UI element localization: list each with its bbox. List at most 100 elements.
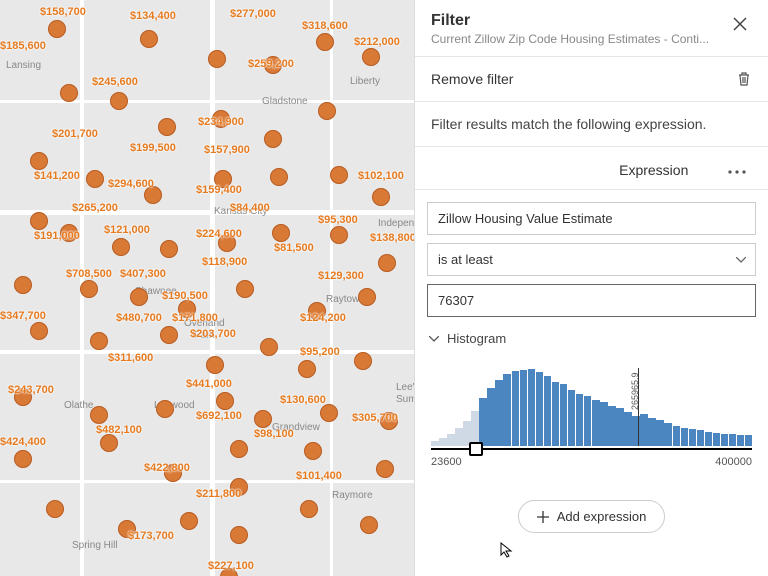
remove-filter-button[interactable]: Remove filter <box>415 57 768 102</box>
price-label: $158,700 <box>40 6 86 18</box>
map-point[interactable] <box>30 152 48 170</box>
map-point[interactable] <box>110 92 128 110</box>
histogram-bar <box>640 414 648 446</box>
price-label: $173,700 <box>128 530 174 542</box>
remove-filter-label: Remove filter <box>431 71 513 87</box>
map-point[interactable] <box>230 440 248 458</box>
histogram-bar <box>600 402 608 446</box>
map-point[interactable] <box>86 170 104 188</box>
city-label: Spring Hill <box>72 540 118 551</box>
map-point[interactable] <box>304 442 322 460</box>
histogram-bar <box>560 384 568 446</box>
histogram-bar <box>705 432 713 446</box>
field-selector-label: Zillow Housing Value Estimate <box>438 211 613 226</box>
map-point[interactable] <box>330 166 348 184</box>
histogram-axis-max: 400000 <box>715 456 752 468</box>
map-point[interactable] <box>14 276 32 294</box>
map-point[interactable] <box>208 50 226 68</box>
map-point[interactable] <box>372 188 390 206</box>
price-label: $311,600 <box>108 352 153 364</box>
price-label: $480,700 <box>116 312 162 324</box>
map-point[interactable] <box>80 280 98 298</box>
map-point[interactable] <box>156 400 174 418</box>
map-point[interactable] <box>330 226 348 244</box>
map-point[interactable] <box>48 20 66 38</box>
histogram-bar <box>471 411 479 446</box>
histogram-bar <box>576 394 584 446</box>
histogram-bar <box>479 398 487 446</box>
map-point[interactable] <box>236 280 254 298</box>
price-label: $138,800 <box>370 232 414 244</box>
field-selector[interactable]: Zillow Housing Value Estimate <box>427 202 756 235</box>
histogram-bar <box>729 434 737 446</box>
map-point[interactable] <box>318 102 336 120</box>
panel-subtitle: Current Zillow Zip Code Housing Estimate… <box>431 32 709 46</box>
map-point[interactable] <box>112 238 130 256</box>
price-label: $118,900 <box>202 256 247 268</box>
map-point[interactable] <box>272 224 290 242</box>
map-point[interactable] <box>378 254 396 272</box>
city-label: Independence <box>378 218 414 229</box>
add-expression-label: Add expression <box>557 509 647 524</box>
histogram-chart: 265965.9 23600 400000 <box>431 358 752 468</box>
map-point[interactable] <box>100 434 118 452</box>
map-point[interactable] <box>264 130 282 148</box>
panel-title: Filter <box>431 12 709 30</box>
price-label: $482,100 <box>96 424 142 436</box>
price-label: $424,400 <box>0 436 46 448</box>
map-point[interactable] <box>376 460 394 478</box>
histogram-bar <box>528 369 536 446</box>
map-point[interactable] <box>358 288 376 306</box>
map-point[interactable] <box>300 500 318 518</box>
map-point[interactable] <box>158 118 176 136</box>
histogram-bar <box>592 400 600 446</box>
histogram-bar <box>673 426 681 446</box>
map-point[interactable] <box>254 410 272 428</box>
cursor-icon <box>500 542 516 558</box>
map-point[interactable] <box>90 406 108 424</box>
map-point[interactable] <box>60 84 78 102</box>
histogram-axis-min: 23600 <box>431 456 462 468</box>
map-point[interactable] <box>298 360 316 378</box>
map-point[interactable] <box>160 326 178 344</box>
map-point[interactable] <box>14 450 32 468</box>
map-point[interactable] <box>46 500 64 518</box>
histogram-bar <box>584 396 592 446</box>
map-point[interactable] <box>316 33 334 51</box>
price-label: $190,500 <box>162 290 208 302</box>
map-point[interactable] <box>230 526 248 544</box>
map-point[interactable] <box>180 512 198 530</box>
histogram-bar <box>552 382 560 446</box>
map-point[interactable] <box>216 392 234 410</box>
map-point[interactable] <box>360 516 378 534</box>
price-label: $211,800 <box>196 488 241 500</box>
map-point[interactable] <box>260 338 278 356</box>
map-point[interactable] <box>320 404 338 422</box>
histogram-toggle[interactable]: Histogram <box>427 325 756 356</box>
price-label: $422,800 <box>144 462 190 474</box>
price-label: $141,200 <box>34 170 80 182</box>
map-canvas[interactable]: LansingLibertyGladstoneKansas CityIndepe… <box>0 0 414 576</box>
price-label: $201,700 <box>52 128 98 140</box>
map-point[interactable] <box>30 322 48 340</box>
histogram-bar <box>616 408 624 446</box>
filter-panel: Filter Current Zillow Zip Code Housing E… <box>414 0 768 576</box>
add-expression-button[interactable]: Add expression <box>518 500 666 533</box>
map-point[interactable] <box>130 288 148 306</box>
histogram-bar <box>503 374 511 446</box>
expression-menu-icon[interactable] <box>728 161 752 179</box>
map-point[interactable] <box>160 240 178 258</box>
histogram-slider-handle[interactable] <box>469 442 483 456</box>
value-input[interactable] <box>427 284 756 317</box>
map-point[interactable] <box>206 356 224 374</box>
map-point[interactable] <box>362 48 380 66</box>
plus-icon <box>537 511 549 523</box>
map-point[interactable] <box>140 30 158 48</box>
price-label: $441,000 <box>186 378 232 390</box>
map-point[interactable] <box>354 352 372 370</box>
close-icon[interactable] <box>728 12 752 36</box>
map-point[interactable] <box>30 212 48 230</box>
map-point[interactable] <box>90 332 108 350</box>
operator-select[interactable]: is at least <box>427 243 756 276</box>
map-point[interactable] <box>270 168 288 186</box>
